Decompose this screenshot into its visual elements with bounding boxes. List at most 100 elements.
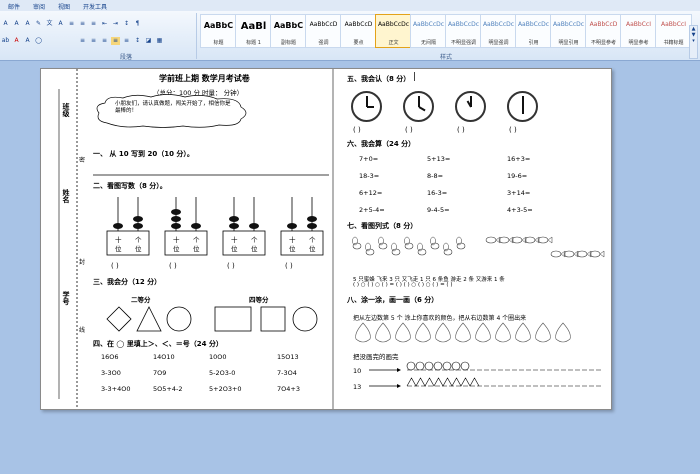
q4-compare-item[interactable]: 10O0	[209, 353, 227, 361]
clock-answer-blank[interactable]: ( )	[405, 126, 413, 134]
justify-icon[interactable]: ≡	[111, 37, 120, 45]
borders-icon[interactable]: ▦	[155, 37, 164, 45]
fish-tail	[495, 236, 501, 244]
q4-compare-item[interactable]: 5+2O3+0	[209, 385, 242, 393]
q3-shapes	[106, 306, 318, 332]
enclose-char-icon[interactable]: ◯	[34, 37, 43, 45]
shading-icon[interactable]: ◪	[144, 37, 153, 45]
grow-font-icon[interactable]: A	[12, 20, 21, 28]
q6-equation[interactable]: 16-3=	[427, 189, 447, 197]
drop-shape	[535, 322, 551, 343]
style-tile-12[interactable]: AaBbCcI 明显参考	[620, 14, 657, 48]
align-left-icon[interactable]: ≡	[78, 37, 87, 45]
show-marks-icon[interactable]: ¶	[133, 20, 142, 28]
q6-equation[interactable]: 19-6=	[507, 172, 527, 180]
abacus-answer-blank[interactable]: ( )	[111, 262, 119, 270]
style-tile-2[interactable]: AaBbC 副标题	[270, 14, 307, 48]
style-sample: AaBbCcDc	[552, 21, 585, 28]
fish-tail	[599, 250, 605, 258]
abacus-place-label: 位	[289, 245, 296, 253]
gallery-scroll[interactable]: ▲ ▼ ▾	[689, 25, 698, 59]
menu-review[interactable]: 审阅	[33, 2, 45, 11]
abacus-place-label: 位	[193, 245, 200, 253]
q6-equation[interactable]: 9-4-5=	[427, 206, 450, 214]
numbered-list-icon[interactable]: ≡	[78, 20, 87, 28]
phonetic-icon[interactable]: 文	[45, 20, 54, 28]
q6-equation[interactable]: 7+0=	[359, 155, 378, 163]
q4-compare-item[interactable]: 7-3O4	[277, 369, 297, 377]
sort-icon[interactable]: ↕	[122, 20, 131, 28]
style-tile-3[interactable]: AaBbCcD 强调	[305, 14, 342, 48]
menu-developer[interactable]: 开发工具	[83, 2, 107, 11]
document-page[interactable]: 班级 姓名 学号 密 封 线 学前班上期 数学月考试卷 （总分：100 分 时量…	[40, 68, 612, 410]
q4-compare-item[interactable]: 3-3O0	[101, 369, 121, 377]
style-tile-6[interactable]: AaBbCcDc 无间隔	[410, 14, 447, 48]
q6-equation[interactable]: 2+5-4=	[359, 206, 385, 214]
q4-compare-item[interactable]: 5O5+4-2	[153, 385, 182, 393]
decrease-indent-icon[interactable]: ⇤	[100, 20, 109, 28]
q6-equation[interactable]: 3+14=	[507, 189, 530, 197]
bullet-list-icon[interactable]: ≡	[67, 20, 76, 28]
align-right-icon[interactable]: ≡	[100, 37, 109, 45]
highlight-icon[interactable]: ab	[1, 37, 10, 45]
menu-mail[interactable]: 邮件	[8, 2, 20, 11]
drawn-triangles	[406, 377, 480, 387]
q4-compare-item[interactable]: 15O13	[277, 353, 299, 361]
style-tile-1[interactable]: AaBl 标题 1	[235, 14, 272, 48]
cloud-text: 小朋友们，请认真做题，闯关开始了，相信你是最棒的！	[115, 101, 231, 114]
abacus-place-label: 位	[115, 245, 122, 253]
abacus-answer-blank[interactable]: ( )	[169, 262, 177, 270]
abacus-bead	[229, 216, 239, 222]
clear-format-icon[interactable]: ✎	[34, 20, 43, 28]
q6-equation[interactable]: 6+12=	[359, 189, 382, 197]
q6-equation[interactable]: 18-3=	[359, 172, 379, 180]
align-center-icon[interactable]: ≡	[89, 37, 98, 45]
shrink-font-icon[interactable]: A	[23, 20, 32, 28]
q4-compare-item[interactable]: 14O10	[153, 353, 175, 361]
style-tile-10[interactable]: AaBbCcDc 明显引用	[550, 14, 587, 48]
fish-tail	[534, 236, 540, 244]
clock-answer-blank[interactable]: ( )	[353, 126, 361, 134]
style-name: 书籍标题	[663, 40, 684, 46]
distribute-icon[interactable]: ≡	[122, 37, 131, 45]
fish-tail	[586, 250, 592, 258]
abacus-answer-blank[interactable]: ( )	[227, 262, 235, 270]
q4-compare-item[interactable]: 7O4+3	[277, 385, 300, 393]
style-tile-13[interactable]: AaBbCcI 书籍标题	[655, 14, 692, 48]
q4-compare-item[interactable]: 16O6	[101, 353, 119, 361]
q4-compare-item[interactable]: 3-3+4O0	[101, 385, 130, 393]
style-tile-11[interactable]: AaBbCcD 不明显参考	[585, 14, 622, 48]
style-tile-9[interactable]: AaBbCcDc 引用	[515, 14, 552, 48]
menu-view[interactable]: 视图	[58, 2, 70, 11]
multilevel-list-icon[interactable]: ≡	[89, 20, 98, 28]
style-tile-0[interactable]: AaBbC 标题	[200, 14, 237, 48]
q6-equation[interactable]: 4+3-5=	[507, 206, 533, 214]
q6-equation[interactable]: 16+3=	[507, 155, 530, 163]
bee-wing	[378, 236, 384, 246]
style-name: 不明显参考	[590, 40, 616, 46]
font-color-icon[interactable]: A	[12, 37, 21, 45]
q4-compare-item[interactable]: 5-2O3-0	[209, 369, 235, 377]
q4-compare-item[interactable]: 7O9	[153, 369, 166, 377]
border-char-icon[interactable]: A	[56, 20, 65, 28]
clock-answer-blank[interactable]: ( )	[457, 126, 465, 134]
q8-drop-row	[355, 322, 571, 343]
line-spacing-icon[interactable]: ↕	[133, 37, 142, 45]
abacus-bead	[171, 223, 181, 229]
style-tile-5[interactable]: AaBbCcDc 正文	[375, 14, 412, 48]
style-name: 强调	[318, 40, 329, 46]
style-sample: AaBbCcI	[661, 21, 686, 28]
style-tile-4[interactable]: AaBbCcD 要点	[340, 14, 377, 48]
style-tile-7[interactable]: AaBbCcDc 不明显强调	[445, 14, 482, 48]
style-sample: AaBbCcDc	[447, 21, 480, 28]
clock-answer-blank[interactable]: ( )	[509, 126, 517, 134]
drawn-circle	[415, 361, 425, 371]
increase-indent-icon[interactable]: ⇥	[111, 20, 120, 28]
font-size-icon[interactable]: A	[1, 20, 10, 28]
style-sample: AaBbC	[203, 21, 234, 30]
q6-equation[interactable]: 5+13=	[427, 155, 450, 163]
style-tile-8[interactable]: AaBbCcDc 明显强调	[480, 14, 517, 48]
abacus-answer-blank[interactable]: ( )	[285, 262, 293, 270]
char-shading-icon[interactable]: A	[23, 37, 32, 45]
q6-equation[interactable]: 8-8=	[427, 172, 443, 180]
